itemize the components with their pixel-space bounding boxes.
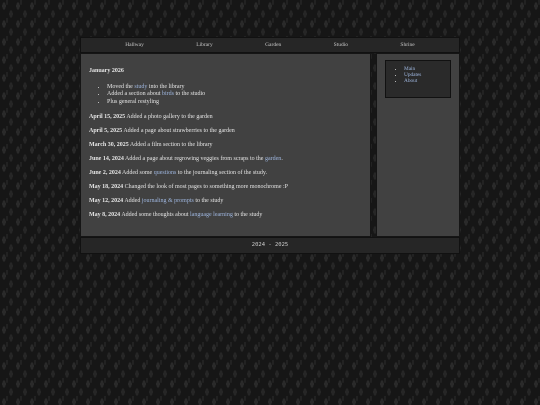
entry-text: Added a photo gallery to the garden	[125, 114, 213, 121]
item-text: into the library	[147, 83, 185, 90]
list-item: Plus general restyling	[107, 99, 362, 107]
nav-hallway[interactable]: Hallway	[125, 42, 144, 48]
item-text: Added a section about	[107, 91, 162, 98]
sidebar-item-about[interactable]: About	[404, 78, 417, 84]
sidebar-list: Main Updates About	[394, 66, 442, 85]
item-text: to the studio	[173, 91, 206, 98]
sidebar-item: About	[404, 78, 442, 84]
updates-panel: January 2026 Moved the study into the li…	[80, 53, 371, 237]
garden-link[interactable]: garden	[265, 156, 281, 162]
list-item: Moved the study into the library	[107, 84, 362, 92]
january-list: Moved the study into the library Added a…	[89, 84, 362, 107]
entry-text: Added a page about regrowing veggies fro…	[123, 156, 265, 163]
entry-date: March 30, 2025	[89, 142, 129, 149]
nav-library[interactable]: Library	[196, 42, 213, 48]
entry-text: Added some thoughts about	[120, 211, 191, 218]
update-entry: May 12, 2024 Added journaling & prompts …	[89, 198, 362, 206]
entry-date: June 14, 2024	[89, 156, 124, 163]
update-entry: June 14, 2024 Added a page about regrowi…	[89, 156, 362, 164]
update-entry: June 2, 2024 Added some questions to the…	[89, 170, 362, 178]
sidebar-item-main[interactable]: Main	[404, 66, 415, 72]
study-link[interactable]: study	[134, 84, 147, 90]
entry-text: to the study	[232, 211, 263, 218]
entry-text: Added a film section to the library	[128, 142, 213, 149]
columns: January 2026 Moved the study into the li…	[80, 53, 460, 237]
item-text: Plus general restyling	[107, 98, 159, 105]
item-text: Moved the	[107, 83, 135, 90]
entry-date: May 12, 2024	[89, 197, 124, 204]
footer: 2024 - 2025	[80, 237, 460, 254]
update-entry: March 30, 2025 Added a film section to t…	[89, 142, 362, 150]
questions-link[interactable]: questions	[154, 170, 177, 176]
nav-studio[interactable]: Studio	[334, 42, 348, 48]
entry-date: May 8, 2024	[89, 211, 121, 218]
entry-text: Added some	[120, 169, 154, 176]
update-entry: April 15, 2025 Added a photo gallery to …	[89, 114, 362, 122]
entry-date: June 2, 2024	[89, 169, 121, 176]
page-wrapper: Hallway Library Garden Studio Shrine Jan…	[80, 37, 460, 254]
entry-text: to the journaling section of the study.	[176, 169, 267, 176]
january-heading: January 2026	[89, 68, 124, 74]
entry-text: Changed the look of most pages to someth…	[123, 183, 288, 190]
birds-link[interactable]: birds	[162, 91, 174, 97]
sidebar-menu: Main Updates About	[385, 60, 451, 98]
entry-text: to the study	[193, 197, 224, 204]
entry-text: Added a page about strawberries to the g…	[122, 128, 235, 135]
entry-text: Added	[123, 197, 142, 204]
update-entry: April 5, 2025 Added a page about strawbe…	[89, 128, 362, 136]
sidebar: Main Updates About	[376, 53, 460, 237]
entry-date: April 5, 2025	[89, 128, 123, 135]
list-item: Added a section about birds to the studi…	[107, 91, 362, 99]
update-entry: May 18, 2024 Changed the look of most pa…	[89, 184, 362, 192]
nav-garden[interactable]: Garden	[265, 42, 281, 48]
sidebar-item-updates[interactable]: Updates	[404, 72, 421, 78]
nav-shrine[interactable]: Shrine	[400, 42, 414, 48]
top-nav: Hallway Library Garden Studio Shrine	[80, 37, 460, 53]
entry-date: April 15, 2025	[89, 114, 126, 121]
entry-text: .	[281, 156, 283, 163]
update-entry: May 8, 2024 Added some thoughts about la…	[89, 212, 362, 220]
journaling-link[interactable]: journaling & prompts	[142, 198, 194, 204]
entry-date: May 18, 2024	[89, 183, 124, 190]
language-learning-link[interactable]: language learning	[190, 212, 233, 218]
